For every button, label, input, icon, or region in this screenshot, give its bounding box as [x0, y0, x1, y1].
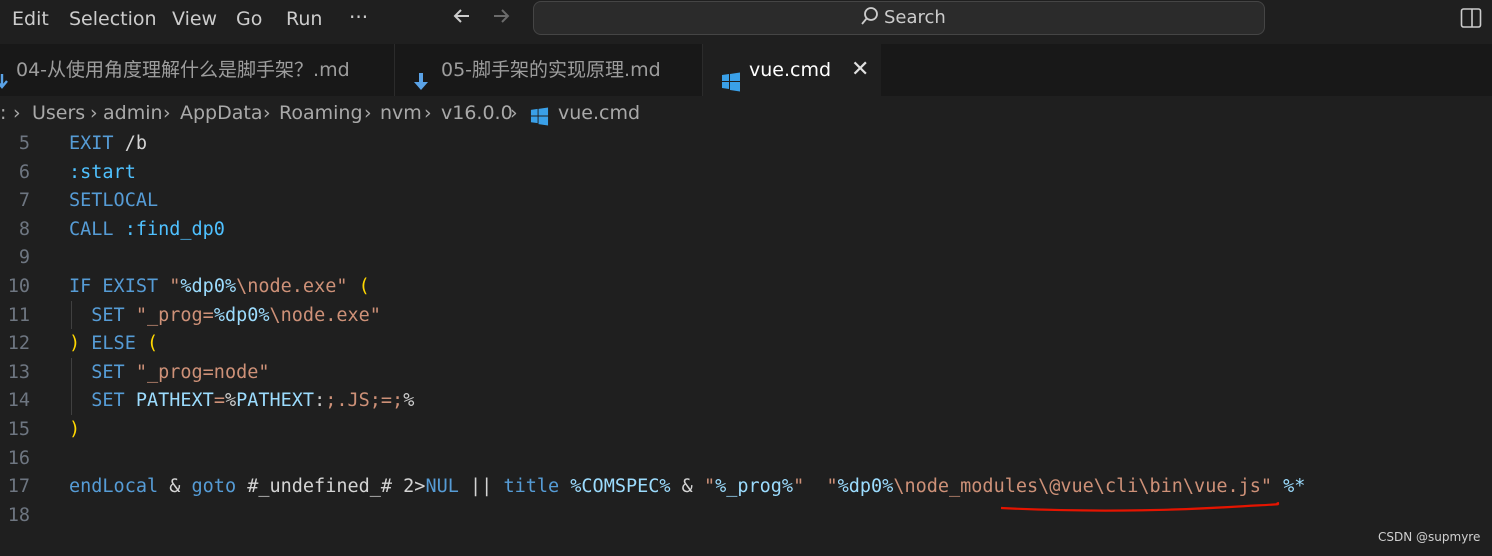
chevron-right-icon: ›	[90, 102, 98, 124]
toggle-sidebar-icon[interactable]	[1460, 7, 1482, 33]
breadcrumb-users[interactable]: Users	[32, 96, 85, 130]
chevron-right-icon: ›	[424, 102, 432, 124]
breadcrumb-nvm[interactable]: nvm	[380, 96, 422, 130]
search-icon	[861, 7, 878, 25]
breadcrumb-appdata[interactable]: AppData	[180, 96, 263, 130]
menu-view[interactable]: View	[172, 6, 217, 32]
breadcrumb-version[interactable]: v16.0.0	[441, 96, 513, 130]
more-menu-icon[interactable]: ···	[349, 4, 368, 30]
tab-label: 05-脚手架的实现原理.md	[441, 59, 661, 81]
breadcrumb-admin[interactable]: admin	[103, 96, 163, 130]
breadcrumb: : › Users › admin › AppData › Roaming › …	[0, 96, 1492, 130]
chevron-right-icon: ›	[163, 102, 171, 124]
chevron-right-icon: ›	[510, 102, 518, 124]
chevron-right-icon: ›	[364, 102, 372, 124]
red-annotation-underline	[1000, 501, 1280, 512]
search-label: Search	[884, 7, 946, 28]
menu-edit[interactable]: Edit	[12, 6, 49, 32]
search-label-group: Search	[860, 6, 946, 30]
title-bar: Edit Selection View Go Run ··· Search	[0, 0, 1492, 38]
tab-label: 04-从使用角度理解什么是脚手架？.md	[16, 59, 350, 81]
editor-tab-bar: 04-从使用角度理解什么是脚手架？.md 05-脚手架的实现原理.md vue.…	[0, 44, 1492, 96]
tab-05-md[interactable]: 05-脚手架的实现原理.md	[395, 44, 703, 96]
breadcrumb-file[interactable]: vue.cmd	[558, 96, 640, 130]
command-center-search[interactable]: Search	[533, 1, 1265, 35]
menu-go[interactable]: Go	[236, 6, 262, 32]
menu-run[interactable]: Run	[286, 6, 322, 32]
tab-label: vue.cmd	[749, 59, 832, 81]
forward-arrow-icon[interactable]	[490, 5, 512, 34]
chevron-right-icon: ›	[263, 102, 271, 124]
code-editor[interactable]: 5 EXIT /b 6:start 7 SETLOCAL 8 CALL :find_dp0 9…	[0, 130, 1492, 556]
chevron-right-icon: ›	[13, 102, 21, 124]
close-icon[interactable]: ✕	[851, 44, 869, 96]
menu-selection[interactable]: Selection	[69, 6, 157, 32]
tab-04-md[interactable]: 04-从使用角度理解什么是脚手架？.md	[0, 44, 395, 96]
watermark: CSDN @supmyre	[1378, 530, 1481, 544]
breadcrumb-drive[interactable]: :	[0, 96, 6, 130]
back-arrow-icon[interactable]	[451, 5, 473, 34]
tab-vue-cmd[interactable]: vue.cmd ✕	[703, 44, 881, 96]
breadcrumb-roaming[interactable]: Roaming	[279, 96, 363, 130]
